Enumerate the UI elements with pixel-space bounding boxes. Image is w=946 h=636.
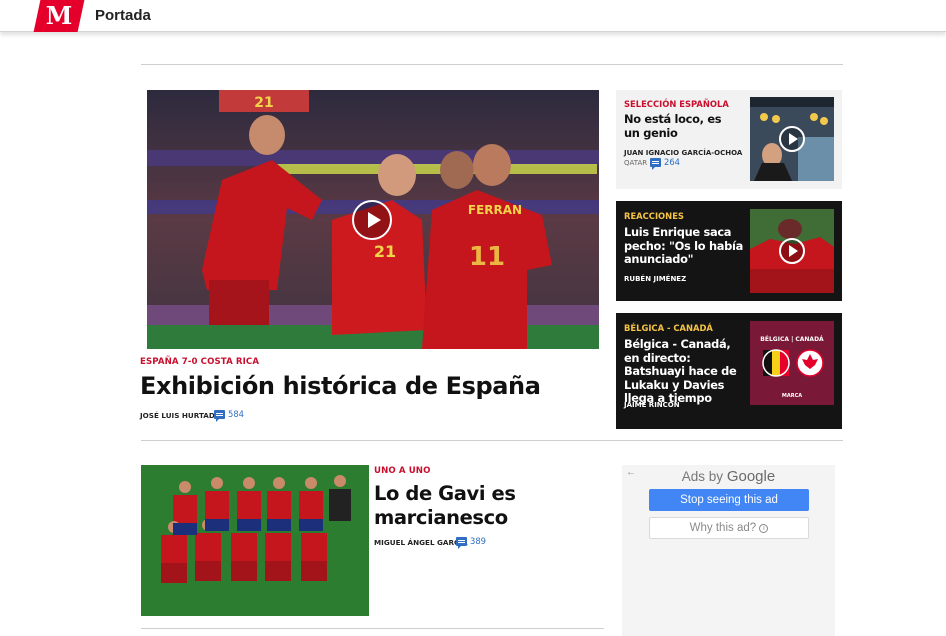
card-headline: No está loco, es un genio <box>624 112 722 140</box>
card-author: RUBÉN JIMÉNEZ <box>624 275 687 283</box>
marca-logo[interactable]: M <box>33 0 85 32</box>
card-graphic: BÉLGICA | CANADÁ MARCA <box>750 321 834 405</box>
logo-letter: M <box>45 1 73 30</box>
google-brand: Google <box>726 468 776 485</box>
card-headline: Luis Enrique saca pecho: "Os lo había an… <box>624 225 743 266</box>
team-photo[interactable] <box>141 465 369 616</box>
card-kicker: BÉLGICA - CANADÁ <box>624 323 713 333</box>
bottom-divider <box>141 628 604 629</box>
hero-comments-count: 584 <box>228 409 244 419</box>
comment-icon <box>214 409 225 422</box>
second-headline-line1: Lo de Gavi es <box>374 482 516 505</box>
ads-by-google: Ads by Google <box>622 468 835 485</box>
top-bar: M Portada <box>0 0 946 32</box>
section-title[interactable]: Portada <box>95 7 151 24</box>
second-kicker[interactable]: UNO A UNO <box>374 466 431 476</box>
thumb-title: BÉLGICA | CANADÁ <box>760 335 824 343</box>
play-video-icon[interactable] <box>352 200 392 240</box>
team-photo-graphic <box>141 465 369 616</box>
scoreboard-number: 21 <box>254 95 273 111</box>
card-author: JAIME RINCÓN <box>624 401 680 409</box>
hero-comments[interactable]: 584 <box>214 409 244 422</box>
play-video-icon[interactable] <box>779 126 805 152</box>
news-card-belgica-canada[interactable]: BÉLGICA - CANADÁ Bélgica - Canadá, en di… <box>616 313 842 429</box>
hero-author[interactable]: JOSÉ LUIS HURTADO <box>140 411 221 420</box>
why-this-ad-label: Why this ad? <box>689 522 757 534</box>
hero-headline[interactable]: Exhibición histórica de España <box>140 372 541 400</box>
why-this-ad-button[interactable]: Why this ad? i <box>649 517 809 539</box>
hero-image[interactable]: 21 FERRAN 21 11 <box>147 90 599 349</box>
second-headline[interactable]: Lo de Gavi es marcianesco <box>374 482 516 530</box>
comment-icon <box>456 536 467 549</box>
stop-seeing-ad-button[interactable]: Stop seeing this ad <box>649 489 809 511</box>
card-thumbnail: BÉLGICA | CANADÁ MARCA <box>750 321 834 405</box>
svg-text:21: 21 <box>374 242 396 261</box>
card-comments-count: 264 <box>664 157 680 167</box>
thumb-footer: MARCA <box>782 393 802 399</box>
jersey-name: FERRAN <box>468 203 522 217</box>
news-card-genio[interactable]: SELECCIÓN ESPAÑOLA No está loco, es un g… <box>616 90 842 189</box>
card-location: QATAR <box>624 159 648 167</box>
card-headline: Bélgica - Canadá, en directo: Batshuayi … <box>624 337 737 405</box>
card-author: JUAN IGNACIO GARCÍA-OCHOA <box>624 149 743 157</box>
card-kicker: REACCIONES <box>624 211 684 221</box>
play-video-icon[interactable] <box>779 238 805 264</box>
second-comments[interactable]: 389 <box>456 536 486 549</box>
top-divider <box>141 64 843 65</box>
second-author[interactable]: MIGUEL ÁNGEL GARCÍA <box>374 538 468 547</box>
ads-by-label: Ads by <box>681 469 724 484</box>
news-card-luis-enrique[interactable]: REACCIONES Luis Enrique saca pecho: "Os … <box>616 201 842 301</box>
card-thumbnail <box>750 97 834 181</box>
second-comments-count: 389 <box>470 536 486 546</box>
info-icon: i <box>759 524 769 533</box>
hero-kicker[interactable]: ESPAÑA 7-0 COSTA RICA <box>140 357 259 367</box>
second-headline-line2: marcianesco <box>374 506 508 529</box>
card-thumbnail <box>750 209 834 293</box>
svg-text:11: 11 <box>469 242 505 272</box>
google-ad-panel: ← Ads by Google Stop seeing this ad Why … <box>622 465 835 636</box>
comment-icon <box>650 157 661 170</box>
card-comments[interactable]: 264 <box>650 157 680 170</box>
card-kicker: SELECCIÓN ESPAÑOLA <box>624 99 729 109</box>
section-divider <box>141 440 843 441</box>
